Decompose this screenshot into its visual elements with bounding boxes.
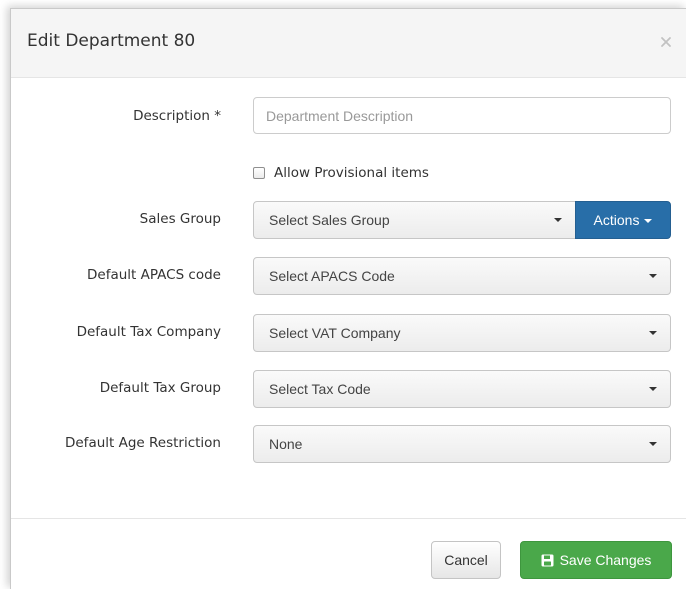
tax-company-select[interactable]: Select VAT Company	[253, 314, 671, 352]
chevron-down-icon	[554, 218, 562, 222]
description-input[interactable]	[253, 97, 671, 134]
tax-company-label: Default Tax Company	[76, 324, 221, 340]
floppy-disk-icon	[541, 554, 554, 566]
modal-footer: Cancel Save Changes	[11, 518, 686, 589]
modal-header: Edit Department 80	[11, 9, 686, 78]
allow-provisional-label[interactable]: Allow Provisional items	[274, 165, 429, 181]
apacs-code-select[interactable]: Select APACS Code	[253, 257, 671, 295]
save-changes-label: Save Changes	[559, 552, 652, 568]
modal-title: Edit Department 80	[27, 31, 196, 51]
allow-provisional-checkbox[interactable]	[253, 167, 265, 179]
age-restriction-selected: None	[269, 436, 303, 452]
sales-group-selected: Select Sales Group	[269, 212, 390, 228]
tax-company-selected: Select VAT Company	[269, 325, 401, 341]
description-label: Description *	[133, 108, 221, 124]
save-changes-button[interactable]: Save Changes	[520, 541, 672, 579]
allow-provisional-row: Allow Provisional items	[253, 164, 429, 182]
cancel-label: Cancel	[444, 552, 488, 568]
edit-department-modal: Edit Department 80 Description * Allow P…	[10, 8, 686, 589]
actions-label: Actions	[593, 212, 640, 228]
apacs-code-label: Default APACS code	[87, 267, 221, 283]
chevron-down-icon	[649, 387, 657, 391]
tax-group-label: Default Tax Group	[99, 380, 221, 396]
age-restriction-select[interactable]: None	[253, 425, 671, 463]
sales-group-label: Sales Group	[139, 211, 221, 227]
close-icon[interactable]	[659, 35, 673, 49]
age-restriction-label: Default Age Restriction	[64, 435, 221, 451]
tax-group-selected: Select Tax Code	[269, 381, 371, 397]
actions-button[interactable]: Actions	[575, 201, 671, 239]
tax-group-select[interactable]: Select Tax Code	[253, 370, 671, 408]
chevron-down-icon	[649, 274, 657, 278]
chevron-down-icon	[649, 442, 657, 446]
cancel-button[interactable]: Cancel	[431, 541, 501, 579]
apacs-code-selected: Select APACS Code	[269, 268, 395, 284]
caret-down-icon	[644, 219, 653, 223]
sales-group-select[interactable]: Select Sales Group	[253, 201, 576, 239]
chevron-down-icon	[649, 331, 657, 335]
